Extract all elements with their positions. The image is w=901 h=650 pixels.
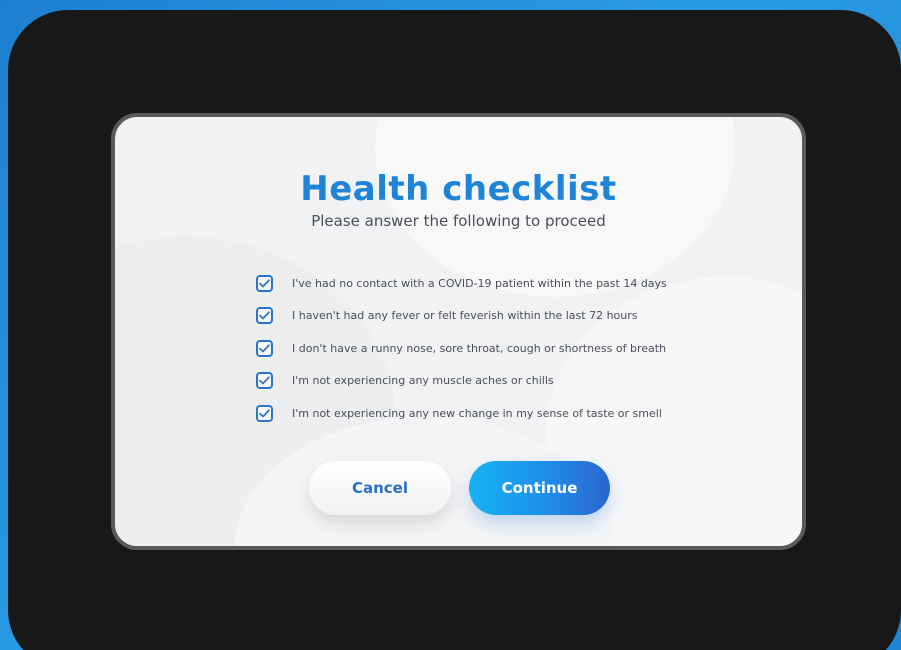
checklist-item[interactable]: I haven't had any fever or felt feverish… [256,300,667,333]
cancel-button[interactable]: Cancel [309,461,451,515]
checklist-item-label: I'm not experiencing any muscle aches or… [292,374,554,388]
checklist-item[interactable]: I'm not experiencing any new change in m… [256,397,667,430]
checklist-item[interactable]: I've had no contact with a COVID-19 pati… [256,267,667,300]
checklist: I've had no contact with a COVID-19 pati… [256,267,667,430]
checkbox[interactable] [256,274,273,292]
check-icon [259,409,270,418]
health-checklist-dialog: Health checklist Please answer the follo… [111,113,806,550]
checkbox[interactable] [256,372,273,390]
check-icon [259,311,270,320]
checklist-item-label: I don't have a runny nose, sore throat, … [292,341,667,355]
checklist-item[interactable]: I'm not experiencing any muscle aches or… [256,365,667,398]
checklist-item[interactable]: I don't have a runny nose, sore throat, … [256,332,667,365]
continue-button[interactable]: Continue [469,461,610,515]
checkbox[interactable] [256,404,273,422]
check-icon [259,376,270,385]
checkbox[interactable] [256,307,273,325]
checkbox[interactable] [256,339,273,357]
checklist-item-label: I'm not experiencing any new change in m… [292,406,662,420]
checklist-item-label: I haven't had any fever or felt feverish… [292,309,638,323]
dialog-subtitle: Please answer the following to proceed [311,212,606,230]
checklist-item-label: I've had no contact with a COVID-19 pati… [292,276,667,290]
check-icon [259,344,270,353]
dialog-title: Health checklist [300,169,617,209]
check-icon [259,279,270,288]
